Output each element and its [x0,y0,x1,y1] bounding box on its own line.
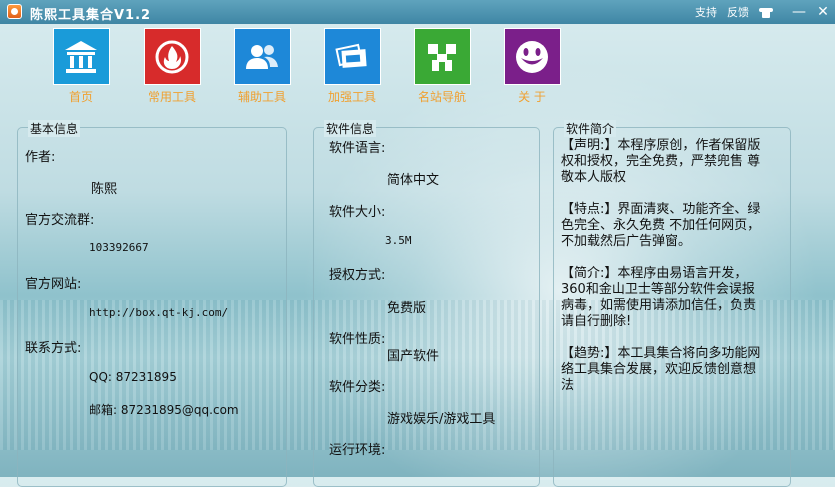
enhance-tools-tile[interactable] [323,28,381,85]
nav-item-enhance-tools[interactable]: 加强工具 [307,28,397,105]
group-label: 官方交流群: [25,213,95,228]
home-tile[interactable] [52,28,110,85]
category-value: 游戏娱乐/游戏工具 [387,412,496,427]
author-label: 作者: [25,150,56,165]
nav-label-site-nav[interactable]: 名站导航 [397,88,487,105]
software-info-title: 软件信息 [324,120,377,137]
nav-label-about[interactable]: 关 于 [487,88,577,105]
intro-statement: 【声明:】本程序原创，作者保留版权和授权，完全免费，严禁兜售 尊敬本人版权 [561,138,761,185]
intro-text: 【声明:】本程序原创，作者保留版权和授权，完全免费，严禁兜售 尊敬本人版权 【特… [561,138,766,410]
nav-item-site-nav[interactable]: 名站导航 [397,28,487,105]
smiley-icon [516,40,548,73]
language-label: 软件语言: [329,141,386,156]
users-icon [246,44,278,69]
nav-label-enhance-tools[interactable]: 加强工具 [307,88,397,105]
author-value: 陈熙 [91,182,118,197]
nav-item-about[interactable]: 关 于 [487,28,577,105]
close-button[interactable]: ✕ [811,0,835,24]
site-label: 官方网站: [25,277,82,292]
nav-label-assist-tools[interactable]: 辅助工具 [217,88,307,105]
size-value: 3.5M [385,234,412,247]
nav-item-home[interactable]: 首页 [36,28,126,105]
feedback-link[interactable]: 反馈 [727,4,749,20]
basic-info-title: 基本信息 [28,120,81,137]
main-nav: 首页 常用工具 辅助工具 加强工具 名站导航 关 于 [0,28,835,104]
nav-label-common-tools[interactable]: 常用工具 [127,88,217,105]
minimize-button[interactable]: — [787,0,811,24]
group-value: 103392667 [89,241,149,254]
software-info-panel: 软件信息 软件语言: 简体中文 软件大小: 3.5M 授权方式: 免费版 软件性… [313,120,540,487]
flame-icon [155,40,189,73]
intro-panel: 软件简介 【声明:】本程序原创，作者保留版权和授权，完全免费，严禁兜售 尊敬本人… [553,120,791,487]
title-bar-controls: 支持 反馈 — ✕ [695,0,835,24]
window-title: 陈熙工具集合V1.2 [30,8,152,23]
site-link[interactable]: http://box.qt-kj.com/ [89,306,228,319]
intro-trend: 【趋势:】本工具集合将向多功能网络工具集合发展，欢迎反馈创意想法 [561,346,761,393]
title-bar: 陈熙工具集合V1.2 支持 反馈 — ✕ [0,0,835,24]
nature-label: 软件性质: [329,332,386,347]
intro-title: 软件简介 [564,120,617,137]
nav-item-common-tools[interactable]: 常用工具 [127,28,217,105]
creeper-icon [428,43,456,71]
support-link[interactable]: 支持 [695,4,717,20]
home-icon [65,40,97,73]
environment-label: 运行环境: [329,443,386,458]
assist-tools-tile[interactable] [233,28,291,85]
site-nav-tile[interactable] [413,28,471,85]
about-tile[interactable] [503,28,561,85]
app-icon [7,4,22,19]
skin-icon[interactable] [759,6,773,18]
documents-icon [335,43,367,68]
license-label: 授权方式: [329,268,386,283]
license-value: 免费版 [387,301,427,316]
qq-value: QQ: 87231895 [89,370,177,384]
email-value: 邮箱: 87231895@qq.com [89,403,239,417]
nature-value: 国产软件 [387,349,440,364]
nav-item-assist-tools[interactable]: 辅助工具 [217,28,307,105]
common-tools-tile[interactable] [143,28,201,85]
size-label: 软件大小: [329,205,386,220]
intro-features: 【特点:】界面清爽、功能齐全、绿色完全、永久免费 不加任何网页，不加载然后广告弹… [561,202,761,249]
category-label: 软件分类: [329,380,386,395]
nav-label-home[interactable]: 首页 [36,88,126,105]
contact-label: 联系方式: [25,341,82,356]
language-value: 简体中文 [387,173,440,188]
basic-info-panel: 基本信息 作者: 陈熙 官方交流群: 103392667 官方网站: http:… [17,120,287,487]
intro-summary: 【简介:】本程序由易语言开发，360和金山卫士等部分软件会误报病毒，如需使用请添… [561,266,757,329]
